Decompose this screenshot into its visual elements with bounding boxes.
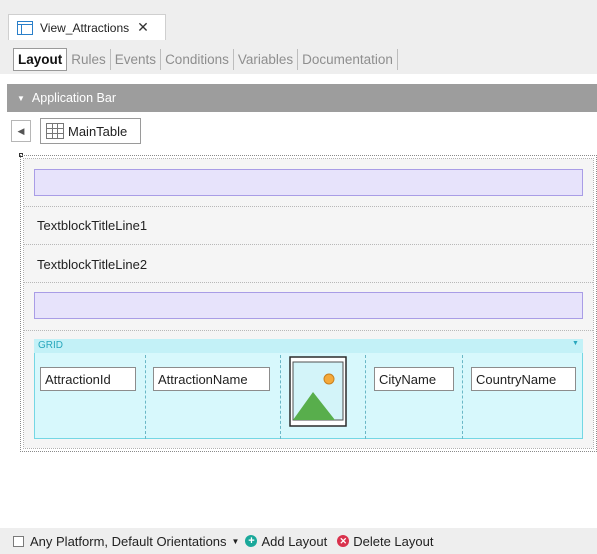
delete-layout-button[interactable]: Delete Layout	[353, 534, 433, 549]
grid-label: GRID	[38, 340, 63, 351]
delete-icon: ✕	[337, 535, 350, 547]
image-placeholder-icon[interactable]	[289, 356, 347, 427]
application-bar-label: Application Bar	[31, 91, 116, 105]
close-icon[interactable]: ✕	[137, 19, 149, 36]
chevron-down-icon: ▼	[17, 93, 25, 103]
grid-column-divider	[145, 355, 146, 439]
webpanel-icon	[17, 20, 33, 35]
empty-cell-placeholder[interactable]	[34, 292, 583, 319]
tab-events[interactable]: Events	[111, 48, 162, 70]
grid-column-divider	[462, 355, 463, 439]
tab-conditions[interactable]: Conditions	[161, 48, 234, 70]
add-icon: +	[245, 535, 258, 547]
grid-column-divider	[365, 355, 366, 439]
tab-documentation[interactable]: Documentation	[298, 48, 398, 70]
table-icon	[46, 123, 64, 139]
empty-cell-placeholder[interactable]	[34, 169, 583, 196]
maintable-selector-button[interactable]: MainTable	[40, 118, 141, 144]
layout-footer-bar: Any Platform, Default Orientations ▼ + A…	[0, 528, 597, 554]
chevron-left-icon: ◀	[17, 125, 25, 136]
grid-column-countryname[interactable]: CountryName	[471, 367, 576, 391]
tab-rules[interactable]: Rules	[67, 48, 111, 70]
add-layout-button[interactable]: Add Layout	[261, 534, 327, 549]
textblock-title-line-2[interactable]: TextblockTitleLine2	[37, 257, 147, 272]
tab-variables[interactable]: Variables	[234, 48, 299, 70]
editor-tabs: Layout Rules Events Conditions Variables…	[13, 47, 398, 71]
collapse-left-button[interactable]: ◀	[11, 120, 31, 142]
chevron-down-icon[interactable]: ▼	[572, 340, 579, 347]
maintable-label: MainTable	[68, 123, 128, 139]
tab-layout[interactable]: Layout	[13, 47, 68, 71]
platform-selector[interactable]: Any Platform, Default Orientations	[30, 534, 227, 549]
grid-column-attractionname[interactable]: AttractionName	[153, 367, 270, 391]
grid-header	[34, 339, 583, 353]
platform-checkbox[interactable]	[13, 535, 24, 547]
application-bar[interactable]: ▼ Application Bar	[7, 84, 597, 112]
chevron-down-icon[interactable]: ▼	[232, 537, 240, 546]
grid-column-divider	[280, 355, 281, 439]
document-tab[interactable]: View_Attractions ✕	[8, 14, 166, 40]
document-tab-title: View_Attractions	[40, 20, 130, 35]
grid-column-cityname[interactable]: CityName	[374, 367, 454, 391]
grid-column-attractionid[interactable]: AttractionId	[40, 367, 136, 391]
textblock-title-line-1[interactable]: TextblockTitleLine1	[37, 218, 147, 233]
